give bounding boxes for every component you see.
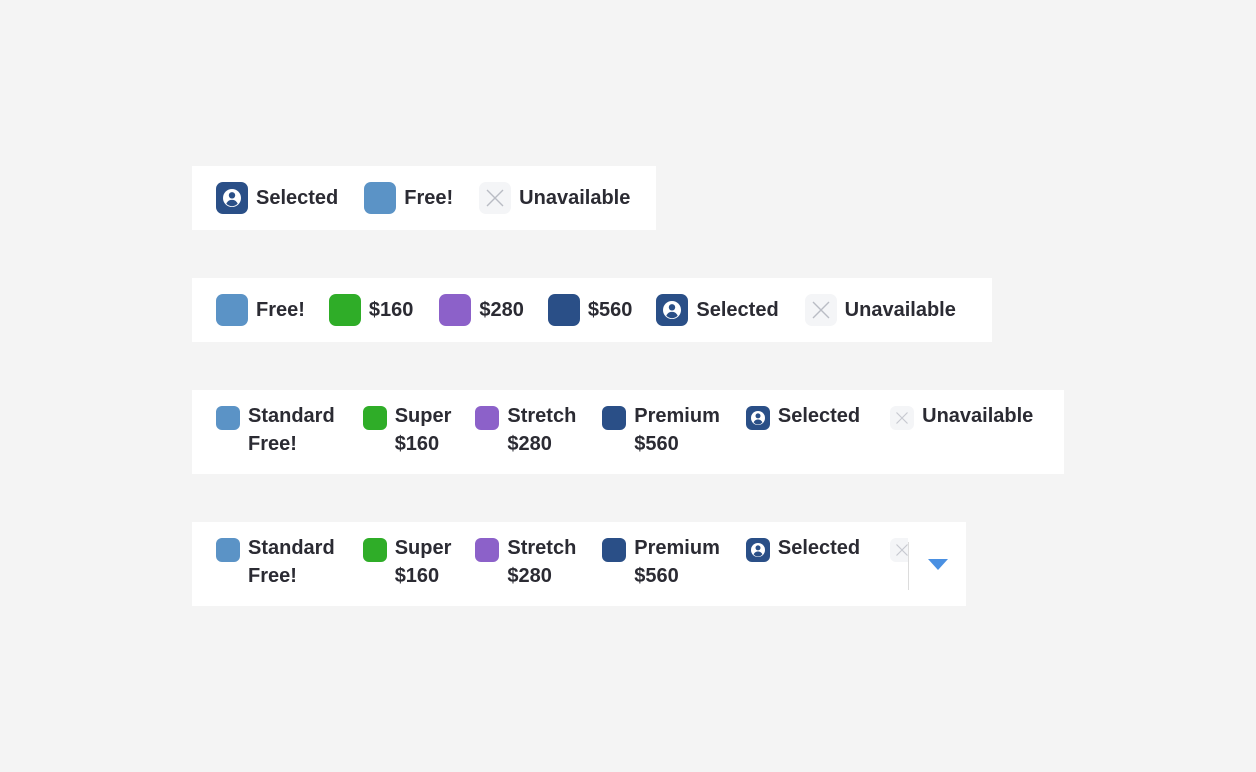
legend-label-premium: Premium <box>634 537 720 559</box>
legend-item-unavailable: Unavailable <box>890 405 1033 430</box>
legend-label-stretch: Stretch <box>507 537 577 559</box>
seat-legend-categories: Standard Free! Super $160 Stretch $280 P… <box>192 390 1064 474</box>
legend-label-selected: Selected <box>696 299 779 321</box>
legend-label-selected: Selected <box>777 537 861 559</box>
legend-label-super: Super <box>394 405 452 427</box>
legend-label-560: $560 <box>587 299 633 321</box>
user-icon <box>663 301 682 319</box>
standard-seat-swatch <box>216 538 240 562</box>
legend-item-stretch: Stretch $280 <box>475 537 576 590</box>
legend-label-selected: Selected <box>777 405 861 427</box>
legend-label-unavailable: Unavailable <box>922 405 1034 427</box>
close-icon <box>896 544 908 556</box>
legend-item-280: $280 <box>439 294 524 326</box>
legend-item-premium: Premium $560 <box>602 537 720 590</box>
legend-item-free: Free! <box>364 182 453 214</box>
legend-item-super: Super $160 <box>362 537 451 590</box>
close-icon <box>896 412 909 424</box>
expand-legend-button[interactable] <box>928 559 948 570</box>
legend-item-unavailable: Unavailable <box>479 182 630 214</box>
legend-item-unavailable: Unavailable <box>804 294 956 326</box>
legend-item-stretch: Stretch $280 <box>475 405 576 458</box>
legend-item-free: Free! <box>216 294 305 326</box>
legend-label-280: $280 <box>479 299 524 321</box>
super-seat-swatch <box>362 538 387 562</box>
user-icon <box>223 189 241 207</box>
legend-price-super: $160 <box>394 433 440 455</box>
legend-price-standard: Free! <box>248 565 297 587</box>
legend-label-unavailable: Unavailable <box>519 187 631 209</box>
legend-label-selected: Selected <box>256 187 339 209</box>
legend-item-selected: Selected <box>656 294 779 326</box>
legend-item-560: $560 <box>547 294 633 326</box>
legend-label-stretch: Stretch <box>507 405 577 427</box>
selected-seat-swatch <box>745 406 770 430</box>
divider <box>908 542 909 590</box>
legend-price-standard: Free! <box>248 433 297 455</box>
seat-legend-collapsed: Standard Free! Super $160 Stretch $280 P… <box>192 522 966 606</box>
user-icon <box>750 411 765 425</box>
legend-price-stretch: $280 <box>507 565 552 587</box>
legend-item-selected: Selected <box>216 182 338 214</box>
legend-item-selected: Selected <box>745 537 860 562</box>
unavailable-seat-swatch <box>890 538 908 562</box>
legend-item-premium: Premium $560 <box>602 405 720 458</box>
legend-item-standard: Standard Free! <box>216 405 335 458</box>
legend-price-premium: $560 <box>634 565 679 587</box>
premium-seat-swatch <box>547 294 580 326</box>
legend-label-standard: Standard <box>248 537 335 559</box>
legend-item-unavailable-partial <box>890 538 908 562</box>
legend-label-free: Free! <box>256 299 305 321</box>
selected-seat-swatch <box>745 538 770 562</box>
stretch-seat-swatch <box>439 294 472 326</box>
premium-seat-swatch <box>602 406 627 430</box>
stretch-seat-swatch <box>475 538 500 562</box>
free-seat-swatch <box>364 182 397 214</box>
selected-seat-swatch <box>656 294 689 326</box>
legend-label-160: $160 <box>368 299 414 321</box>
legend-price-stretch: $280 <box>507 433 552 455</box>
close-icon <box>812 301 830 319</box>
super-seat-swatch <box>328 294 361 326</box>
seat-legend-compact: Selected Free! Unavailable <box>192 166 656 230</box>
legend-item-super: Super $160 <box>362 405 451 458</box>
legend-price-premium: $560 <box>634 433 679 455</box>
legend-label-unavailable: Unavailable <box>844 299 956 321</box>
standard-seat-swatch <box>216 406 240 430</box>
legend-item-standard: Standard Free! <box>216 537 335 590</box>
legend-label-free: Free! <box>404 187 454 209</box>
unavailable-seat-swatch <box>890 406 915 430</box>
legend-item-selected: Selected <box>745 405 860 430</box>
legend-label-premium: Premium <box>634 405 720 427</box>
unavailable-seat-swatch <box>804 294 837 326</box>
legend-item-160: $160 <box>328 294 414 326</box>
stretch-seat-swatch <box>475 406 500 430</box>
free-seat-swatch <box>216 294 248 326</box>
legend-label-standard: Standard <box>248 405 335 427</box>
super-seat-swatch <box>362 406 387 430</box>
user-icon <box>750 543 765 557</box>
selected-seat-swatch <box>216 182 248 214</box>
unavailable-seat-swatch <box>479 182 512 214</box>
seat-legend-prices: Free! $160 $280 $560 Selected Unavailabl… <box>192 278 992 342</box>
premium-seat-swatch <box>602 538 627 562</box>
legend-price-super: $160 <box>394 565 440 587</box>
close-icon <box>486 189 504 207</box>
legend-label-super: Super <box>394 537 452 559</box>
